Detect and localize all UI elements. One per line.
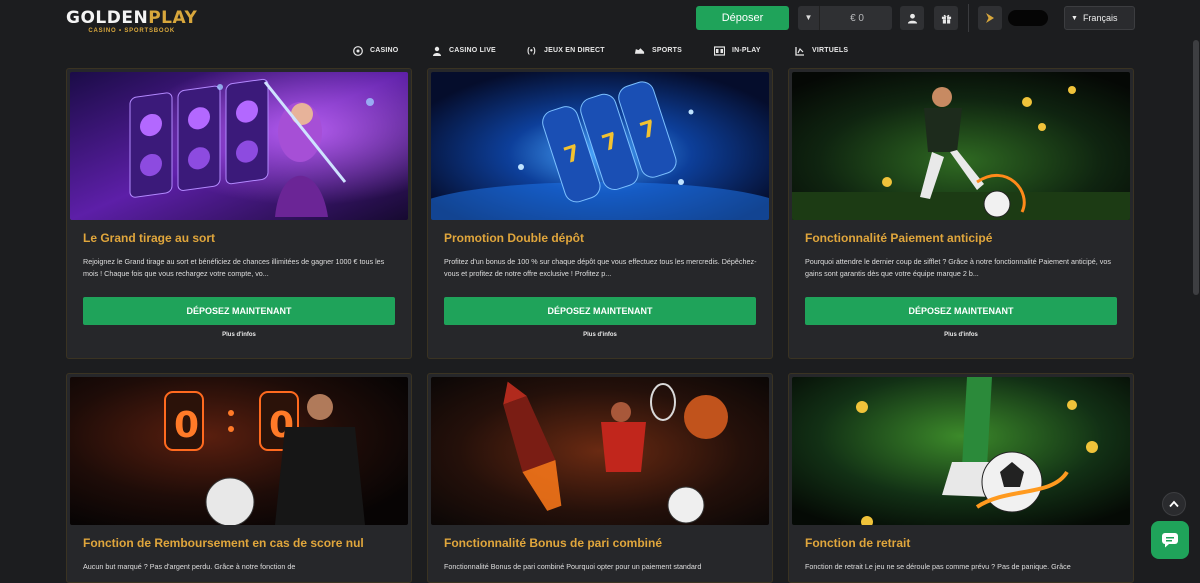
promo-title: Fonctionnalité Bonus de pari combiné	[444, 536, 663, 550]
promo-image-football-player[interactable]	[792, 72, 1130, 220]
top-bar: GOLDENPLAY CASINO • SPORTSBOOK Déposer ▼…	[0, 0, 1200, 36]
deposit-button[interactable]: Déposer	[696, 6, 789, 30]
language-selector[interactable]: ▼ Français	[1064, 6, 1135, 30]
deposit-now-button[interactable]: DÉPOSEZ MAINTENANT	[83, 297, 395, 325]
page-scrollbar[interactable]	[1192, 0, 1200, 570]
promo-image-777-reels[interactable]: 7 7 7	[431, 72, 769, 220]
nav-label: CASINO LIVE	[449, 47, 496, 54]
header-divider	[968, 4, 969, 32]
play-chevron-icon	[986, 13, 994, 23]
nav-item-virtual[interactable]: VIRTUELS	[794, 45, 848, 56]
redacted-username	[1008, 10, 1048, 26]
promo-description: Profitez d'un bonus de 100 % sur chaque …	[444, 257, 757, 278]
promo-card: Le Grand tirage au sort Rejoignez le Gra…	[66, 68, 412, 359]
promo-image-slot-sorceress[interactable]	[70, 72, 408, 220]
chevron-down-icon: ▼	[1071, 14, 1078, 22]
balance-amount: € 0	[850, 12, 864, 24]
live-chat-button[interactable]	[1151, 521, 1189, 559]
nav-label: CASINO	[370, 47, 399, 54]
promo-title: Promotion Double dépôt	[444, 231, 584, 245]
main-nav: CASINO CASINO LIVE (•) JEUX EN DIRECT SP…	[0, 36, 1200, 64]
promo-title: Fonction de retrait	[805, 536, 911, 550]
profile-button[interactable]	[900, 6, 924, 30]
promo-description: Rejoignez le Grand tirage au sort et bén…	[83, 257, 385, 278]
logo-subtitle: CASINO • SPORTSBOOK	[88, 28, 175, 34]
nav-item-casino[interactable]: CASINO	[352, 45, 398, 56]
promo-image-football-boot[interactable]	[792, 377, 1130, 525]
promo-card: Fonctionnalité Paiement anticipé Pourquo…	[788, 68, 1134, 359]
user-icon	[907, 13, 917, 24]
nav-item-in-play[interactable]: IN-PLAY	[714, 45, 761, 56]
promo-description: Fonction de retrait Le jeu ne se déroule…	[805, 562, 1071, 571]
loyalty-badge[interactable]	[978, 6, 1002, 30]
promo-title: Le Grand tirage au sort	[83, 231, 216, 245]
promo-card: Fonction de retrait Fonction de retrait …	[788, 373, 1134, 583]
nav-item-sports[interactable]: SPORTS	[634, 45, 682, 56]
nav-item-casino-live[interactable]: CASINO LIVE	[431, 45, 496, 56]
nav-item-live-games[interactable]: (•) JEUX EN DIRECT	[526, 45, 605, 56]
promo-card: 0 0 Fonction de Remboursement en cas de …	[66, 373, 412, 583]
more-info-link[interactable]: Plus d'infos	[444, 332, 756, 338]
gift-button[interactable]	[934, 6, 958, 30]
scroll-to-top-button[interactable]	[1162, 492, 1186, 516]
live-signal-icon: (•)	[527, 46, 536, 55]
balance-dropdown-icon[interactable]: ▼	[798, 6, 820, 30]
promo-title: Fonctionnalité Paiement anticipé	[805, 231, 993, 245]
deposit-now-button[interactable]: DÉPOSEZ MAINTENANT	[805, 297, 1117, 325]
language-label: Français	[1082, 13, 1118, 23]
virtual-icon	[794, 45, 805, 56]
dealer-icon	[431, 45, 442, 56]
chevron-up-icon	[1169, 500, 1179, 508]
more-info-link[interactable]: Plus d'infos	[83, 332, 395, 338]
promo-card: Fonctionnalité Bonus de pari combiné Fon…	[427, 373, 773, 583]
promo-image-rocket-sports[interactable]	[431, 377, 769, 525]
chat-bubble-icon	[1162, 533, 1178, 548]
nav-label: IN-PLAY	[732, 47, 761, 54]
nav-label: SPORTS	[652, 47, 682, 54]
site-logo[interactable]: GOLDENPLAY CASINO • SPORTSBOOK	[66, 9, 197, 34]
roulette-icon	[352, 45, 363, 56]
promo-description: Fonctionnalité Bonus de pari combiné Pou…	[444, 562, 702, 571]
promo-description: Pourquoi attendre le dernier coup de sif…	[805, 257, 1111, 278]
promo-image-scoreboard-player[interactable]: 0 0	[70, 377, 408, 525]
more-info-link[interactable]: Plus d'infos	[805, 332, 1117, 338]
logo-wordmark: GOLDENPLAY	[66, 9, 197, 27]
scrollbar-thumb[interactable]	[1193, 40, 1199, 295]
gift-icon	[941, 14, 951, 24]
promo-title: Fonction de Remboursement en cas de scor…	[83, 536, 364, 550]
nav-label: JEUX EN DIRECT	[544, 47, 605, 54]
svg-text:0: 0	[174, 405, 199, 446]
sneaker-icon	[634, 45, 645, 56]
scoreboard-icon	[714, 45, 725, 56]
promo-description: Aucun but marqué ? Pas d'argent perdu. G…	[83, 562, 296, 571]
logo-main-text: GOLDEN	[66, 8, 149, 28]
deposit-now-button[interactable]: DÉPOSEZ MAINTENANT	[444, 297, 756, 325]
balance-display[interactable]: ▼ € 0	[798, 6, 892, 30]
logo-accent-text: PLAY	[148, 8, 198, 28]
promo-card: 7 7 7 Promotion Double dépôt Profitez d'…	[427, 68, 773, 359]
nav-label: VIRTUELS	[812, 47, 849, 54]
